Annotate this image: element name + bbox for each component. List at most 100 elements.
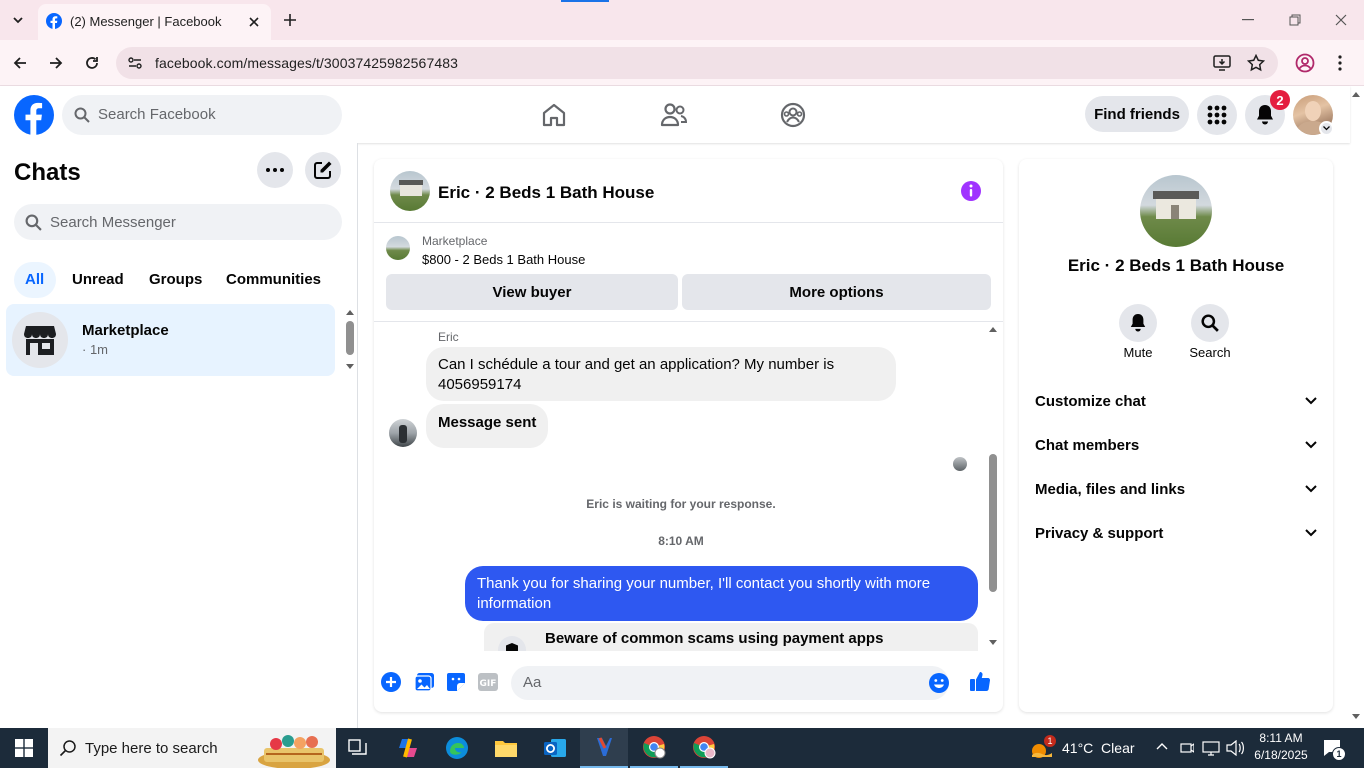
profile-avatar[interactable]	[1140, 175, 1212, 247]
chat-title[interactable]: Eric · 2 Beds 1 Bath House	[438, 183, 654, 203]
sender-avatar[interactable]	[389, 419, 417, 447]
attach-photo-icon[interactable]	[414, 672, 435, 692]
window-close-icon[interactable]	[1329, 8, 1353, 32]
task-view-icon[interactable]	[334, 728, 382, 768]
weather-text[interactable]: 41°C Clear	[1062, 740, 1135, 756]
search-label: Search	[1189, 345, 1231, 360]
friends-icon[interactable]	[660, 102, 688, 128]
bookmark-star-icon[interactable]	[1247, 54, 1265, 72]
home-icon[interactable]	[541, 102, 567, 128]
conversation-info-icon[interactable]	[960, 180, 982, 202]
add-actions-icon[interactable]	[381, 672, 401, 692]
chat-scroll-up-icon[interactable]	[988, 326, 998, 333]
network-icon[interactable]	[1202, 740, 1220, 756]
chat-header: Eric · 2 Beds 1 Bath House	[374, 159, 1003, 223]
chats-sidebar: Chats Search Messenger All Unread Groups…	[0, 143, 358, 728]
scam-notice-card[interactable]: Beware of common scams using payment app…	[484, 623, 978, 651]
back-arrow-icon[interactable]	[8, 51, 32, 75]
url-text: facebook.com/messages/t/3003742598256748…	[155, 55, 458, 71]
forward-arrow-icon[interactable]	[44, 51, 68, 75]
filter-all[interactable]: All	[25, 271, 44, 288]
conversation-item[interactable]: Marketplace · 1m	[6, 304, 335, 376]
address-bar[interactable]: facebook.com/messages/t/3003742598256748…	[116, 47, 1278, 79]
mute-button[interactable]	[1119, 304, 1157, 342]
facebook-search-input[interactable]: Search Facebook	[62, 95, 342, 135]
page-scroll-up-icon[interactable]	[1351, 90, 1361, 98]
waiting-notice: Eric is waiting for your response.	[586, 497, 776, 511]
volume-icon[interactable]	[1226, 740, 1244, 756]
sticker-icon[interactable]	[446, 672, 466, 692]
chrome-profile-2-icon[interactable]	[680, 728, 728, 768]
bell-icon	[1130, 314, 1146, 332]
section-media-files-links[interactable]: Media, files and links	[1035, 467, 1317, 511]
search-highlight-image	[254, 730, 334, 768]
meet-now-icon[interactable]	[1180, 740, 1194, 756]
copilot-icon[interactable]	[384, 728, 432, 768]
chats-title: Chats	[14, 159, 81, 186]
listing-title[interactable]: $800 - 2 Beds 1 Bath House	[422, 252, 585, 267]
read-receipt-avatar	[953, 457, 967, 471]
list-scroll-down-icon[interactable]	[345, 363, 355, 370]
clock-date[interactable]: 6/18/2025	[1250, 748, 1312, 762]
section-privacy-support[interactable]: Privacy & support	[1035, 511, 1317, 555]
profile-icon[interactable]	[1295, 53, 1315, 73]
new-tab-plus-icon[interactable]	[278, 8, 302, 32]
taskbar-search-input[interactable]: Type here to search	[48, 728, 336, 768]
install-app-icon[interactable]	[1213, 54, 1231, 72]
filter-communities[interactable]: Communities	[226, 271, 321, 288]
section-chat-members[interactable]: Chat members	[1035, 423, 1317, 467]
view-buyer-button[interactable]: View buyer	[386, 274, 678, 310]
pinned-app-icon[interactable]	[580, 728, 628, 768]
messenger-search-input[interactable]: Search Messenger	[14, 204, 342, 240]
compose-icon	[314, 161, 332, 179]
facebook-search-placeholder: Search Facebook	[98, 106, 216, 123]
edge-browser-icon[interactable]	[433, 728, 481, 768]
facebook-logo-icon[interactable]	[14, 95, 54, 135]
reload-icon[interactable]	[80, 51, 104, 75]
outgoing-message[interactable]: Thank you for sharing your number, I'll …	[465, 566, 978, 621]
menu-grid-button[interactable]	[1197, 95, 1237, 135]
browser-menu-icon[interactable]	[1337, 54, 1343, 72]
windows-start-icon[interactable]	[0, 728, 48, 768]
chat-avatar[interactable]	[390, 171, 430, 211]
page-scroll-down-icon[interactable]	[1351, 713, 1361, 721]
outlook-icon[interactable]	[531, 728, 579, 768]
message-input[interactable]: Aa	[511, 666, 949, 700]
show-hidden-icons-chevron-icon[interactable]	[1156, 742, 1168, 750]
clock-time[interactable]: 8:11 AM	[1254, 731, 1308, 745]
new-message-button[interactable]	[305, 152, 341, 188]
listing-thumbnail	[386, 236, 410, 260]
minimize-icon[interactable]	[1236, 8, 1260, 32]
filter-unread[interactable]: Unread	[72, 271, 124, 288]
account-chevron-icon[interactable]	[1319, 121, 1334, 136]
marketplace-store-icon	[12, 312, 68, 368]
section-label: Privacy & support	[1035, 524, 1164, 542]
search-conversation-button[interactable]	[1191, 304, 1229, 342]
incoming-message-sent[interactable]: Message sent	[426, 404, 549, 448]
chat-scrollbar-thumb[interactable]	[989, 454, 997, 592]
search-icon	[59, 739, 77, 757]
chat-scroll-down-icon[interactable]	[988, 639, 998, 646]
filter-groups[interactable]: Groups	[149, 271, 202, 288]
incoming-message[interactable]: Can I schédule a tour and get an applica…	[426, 347, 896, 401]
site-info-icon[interactable]	[127, 55, 143, 71]
browser-tab[interactable]: (2) Messenger | Facebook	[38, 4, 271, 40]
tab-close-icon[interactable]	[244, 12, 264, 32]
restore-icon[interactable]	[1283, 8, 1307, 32]
section-customize-chat[interactable]: Customize chat	[1035, 379, 1317, 423]
emoji-icon[interactable]	[929, 673, 949, 693]
groups-icon[interactable]	[780, 102, 806, 128]
chevron-down-icon	[1305, 397, 1317, 405]
file-explorer-icon[interactable]	[482, 728, 530, 768]
more-options-button[interactable]: More options	[682, 274, 991, 310]
profile-name: Eric · 2 Beds 1 Bath House	[1067, 256, 1285, 275]
chrome-profile-1-icon[interactable]	[630, 728, 678, 768]
list-scroll-up-icon[interactable]	[345, 309, 355, 316]
tab-search-chevron-icon[interactable]	[6, 8, 30, 32]
find-friends-button[interactable]: Find friends	[1085, 96, 1189, 132]
weather-alert-badge: 1	[1044, 735, 1056, 747]
thumbs-up-icon[interactable]	[969, 670, 991, 692]
chat-options-button[interactable]	[257, 152, 293, 188]
list-scrollbar-thumb[interactable]	[346, 321, 354, 355]
gif-icon[interactable]: GIF	[478, 673, 498, 691]
